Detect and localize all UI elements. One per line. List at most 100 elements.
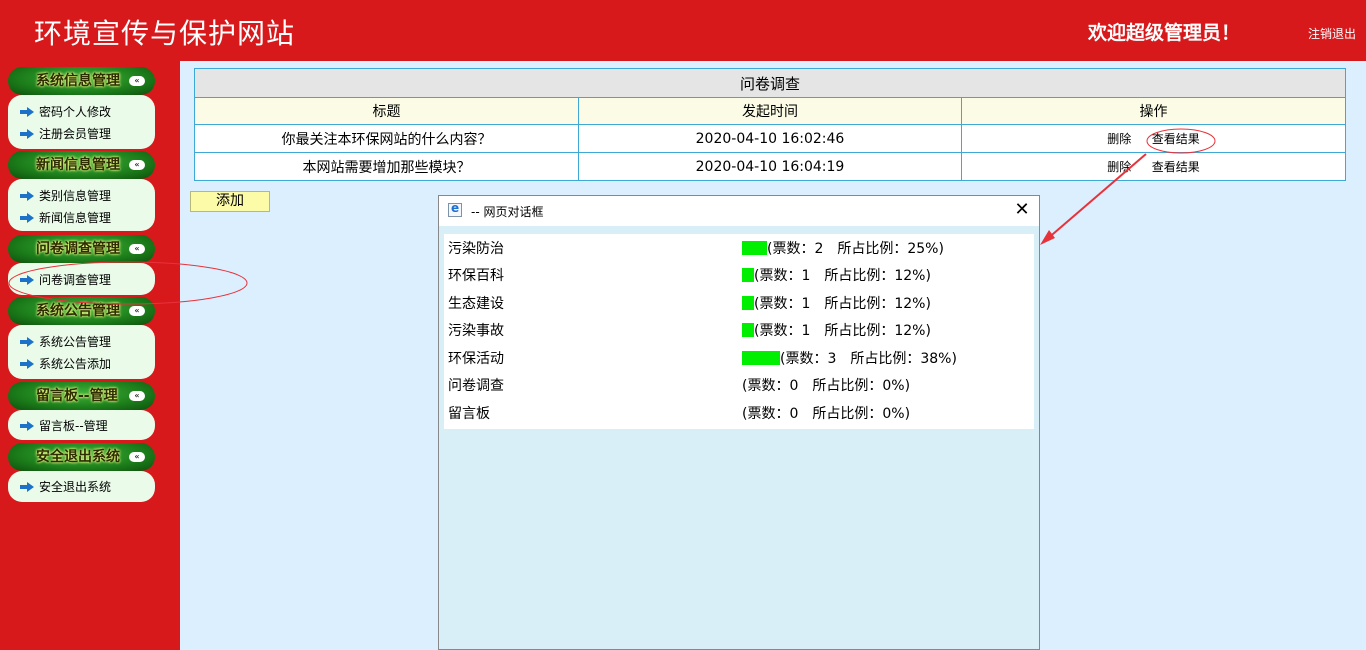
delete-link[interactable]: 删除 xyxy=(1107,160,1131,174)
option-label: 生态建设 xyxy=(448,296,504,312)
vote-info: (票数：1 所占比例：12%) xyxy=(742,293,931,313)
vote-text: (票数：1 所占比例：12%) xyxy=(754,268,931,284)
arrow-right-icon xyxy=(20,129,34,139)
view-results-link[interactable]: 查看结果 xyxy=(1152,132,1200,146)
dialog-titlebar[interactable]: -- 网页对话框 ✕ xyxy=(439,196,1039,226)
vote-text: (票数：0 所占比例：0%) xyxy=(742,378,911,394)
arrow-right-icon xyxy=(20,482,34,492)
sidebar-item-categories[interactable]: 类别信息管理 xyxy=(20,187,111,205)
survey-time-cell: 2020-04-10 16:04:19 xyxy=(578,152,962,181)
option-label: 污染防治 xyxy=(448,241,504,257)
collapse-icon[interactable]: « xyxy=(129,452,145,462)
option-label: 留言板 xyxy=(448,406,490,422)
vote-info: (票数：0 所占比例：0%) xyxy=(742,403,910,423)
collapse-icon[interactable]: « xyxy=(129,76,145,86)
sidebar-item-survey[interactable]: 问卷调查管理 xyxy=(20,271,111,289)
sidebar-item-guestbook[interactable]: 留言板--管理 xyxy=(20,417,108,435)
vote-bar xyxy=(742,351,780,365)
option-label: 环保活动 xyxy=(448,351,504,367)
dialog-title: -- 网页对话框 xyxy=(471,205,544,219)
site-title: 环境宣传与保护网站 xyxy=(34,17,296,50)
vote-info: (票数：0 所占比例：0%) xyxy=(742,375,910,395)
arrow-right-icon xyxy=(20,359,34,369)
sidebar-section-title-guestbook[interactable]: 留言板--管理 « xyxy=(8,382,155,410)
survey-title-cell: 本网站需要增加那些模块？ xyxy=(194,152,579,181)
arrow-right-icon xyxy=(20,191,34,201)
survey-time-cell: 2020-04-10 16:02:46 xyxy=(578,124,962,153)
sidebar-item-notice-manage[interactable]: 系统公告管理 xyxy=(20,333,111,351)
actions-cell: 删除 查看结果 xyxy=(961,152,1346,181)
result-row: 留言板 (票数：0 所占比例：0%) xyxy=(444,399,1034,426)
sidebar-item-exit[interactable]: 安全退出系统 xyxy=(20,478,111,496)
close-icon[interactable]: ✕ xyxy=(1013,200,1031,220)
results-panel: 污染防治 (票数：2 所占比例：25%) 环保百科 (票数：1 所占比例：12%… xyxy=(444,234,1034,429)
table-caption-row: 问卷调查 xyxy=(194,68,1346,98)
section-title-label: 新闻信息管理 xyxy=(36,157,120,173)
sidebar-section-title-survey[interactable]: 问卷调查管理 « xyxy=(8,235,155,263)
section-title-label: 留言板--管理 xyxy=(36,388,118,404)
table-header-row: 标题 发起时间 操作 xyxy=(194,97,1346,125)
sidebar-item-password[interactable]: 密码个人修改 xyxy=(20,103,111,121)
vote-text: (票数：3 所占比例：38%) xyxy=(780,351,957,367)
sidebar-section-title-notice[interactable]: 系统公告管理 « xyxy=(8,297,155,325)
actions-cell: 删除 查看结果 xyxy=(961,124,1346,153)
add-button[interactable]: 添加 xyxy=(190,191,270,212)
collapse-icon[interactable]: « xyxy=(129,244,145,254)
vote-text: (票数：0 所占比例：0%) xyxy=(742,406,911,422)
arrow-right-icon xyxy=(20,275,34,285)
sidebar-section-box: 安全退出系统 xyxy=(8,471,155,502)
survey-table: 问卷调查 标题 发起时间 操作 你最关注本环保网站的什么内容？ 2020-04-… xyxy=(194,68,1346,181)
logout-link[interactable]: 注销退出 xyxy=(1308,25,1356,42)
section-title-label: 安全退出系统 xyxy=(36,449,120,465)
sidebar-item-notice-add[interactable]: 系统公告添加 xyxy=(20,355,111,373)
vote-text: (票数：2 所占比例：25%) xyxy=(767,241,944,257)
table-row: 本网站需要增加那些模块？ 2020-04-10 16:04:19 删除 查看结果 xyxy=(194,152,1346,181)
vote-info: (票数：3 所占比例：38%) xyxy=(742,348,957,368)
sidebar-section-title-system-info[interactable]: 系统信息管理 « xyxy=(8,67,155,95)
arrow-right-icon xyxy=(20,337,34,347)
vote-bar xyxy=(742,323,754,337)
result-row: 污染防治 (票数：2 所占比例：25%) xyxy=(444,234,1034,261)
section-title-label: 系统公告管理 xyxy=(36,303,120,319)
option-label: 污染事故 xyxy=(448,323,504,339)
result-row: 生态建设 (票数：1 所占比例：12%) xyxy=(444,289,1034,316)
column-header-time: 发起时间 xyxy=(578,97,962,125)
annotation-arrow-head xyxy=(1040,230,1055,245)
vote-info: (票数：1 所占比例：12%) xyxy=(742,320,931,340)
table-row: 你最关注本环保网站的什么内容？ 2020-04-10 16:02:46 删除 查… xyxy=(194,124,1346,153)
column-header-title: 标题 xyxy=(194,97,579,125)
sidebar: 系统信息管理 « 密码个人修改 注册会员管理 新闻信息管理 « 类别信息管理 新… xyxy=(0,61,180,650)
vote-text: (票数：1 所占比例：12%) xyxy=(754,323,931,339)
vote-info: (票数：2 所占比例：25%) xyxy=(742,238,944,258)
result-row: 问卷调查 (票数：0 所占比例：0%) xyxy=(444,371,1034,398)
result-row: 环保活动 (票数：3 所占比例：38%) xyxy=(444,344,1034,371)
result-row: 污染事故 (票数：1 所占比例：12%) xyxy=(444,316,1034,343)
survey-title-cell: 你最关注本环保网站的什么内容？ xyxy=(194,124,579,153)
arrow-right-icon xyxy=(20,213,34,223)
column-header-actions: 操作 xyxy=(961,97,1346,125)
ie-page-icon xyxy=(448,201,462,217)
sidebar-section-box: 留言板--管理 xyxy=(8,410,155,440)
section-title-label: 问卷调查管理 xyxy=(36,241,120,257)
sidebar-section-box: 问卷调查管理 xyxy=(8,263,155,295)
sidebar-section-title-exit[interactable]: 安全退出系统 « xyxy=(8,443,155,471)
table-caption: 问卷调查 xyxy=(194,68,1346,98)
collapse-icon[interactable]: « xyxy=(129,160,145,170)
collapse-icon[interactable]: « xyxy=(129,306,145,316)
delete-link[interactable]: 删除 xyxy=(1107,132,1131,146)
collapse-icon[interactable]: « xyxy=(129,391,145,401)
welcome-text: 欢迎超级管理员！ xyxy=(1088,22,1241,44)
vote-bar xyxy=(742,241,767,255)
view-results-link[interactable]: 查看结果 xyxy=(1152,160,1200,174)
results-dialog: -- 网页对话框 ✕ 污染防治 (票数：2 所占比例：25%) 环保百科 (票数… xyxy=(438,195,1040,650)
option-label: 环保百科 xyxy=(448,268,504,284)
sidebar-section-title-news[interactable]: 新闻信息管理 « xyxy=(8,151,155,179)
sidebar-item-members[interactable]: 注册会员管理 xyxy=(20,125,111,143)
result-row: 环保百科 (票数：1 所占比例：12%) xyxy=(444,261,1034,288)
arrow-right-icon xyxy=(20,107,34,117)
vote-info: (票数：1 所占比例：12%) xyxy=(742,265,931,285)
option-label: 问卷调查 xyxy=(448,378,504,394)
sidebar-item-news[interactable]: 新闻信息管理 xyxy=(20,209,111,227)
vote-bar xyxy=(742,296,754,310)
sidebar-section-box: 类别信息管理 新闻信息管理 xyxy=(8,179,155,231)
